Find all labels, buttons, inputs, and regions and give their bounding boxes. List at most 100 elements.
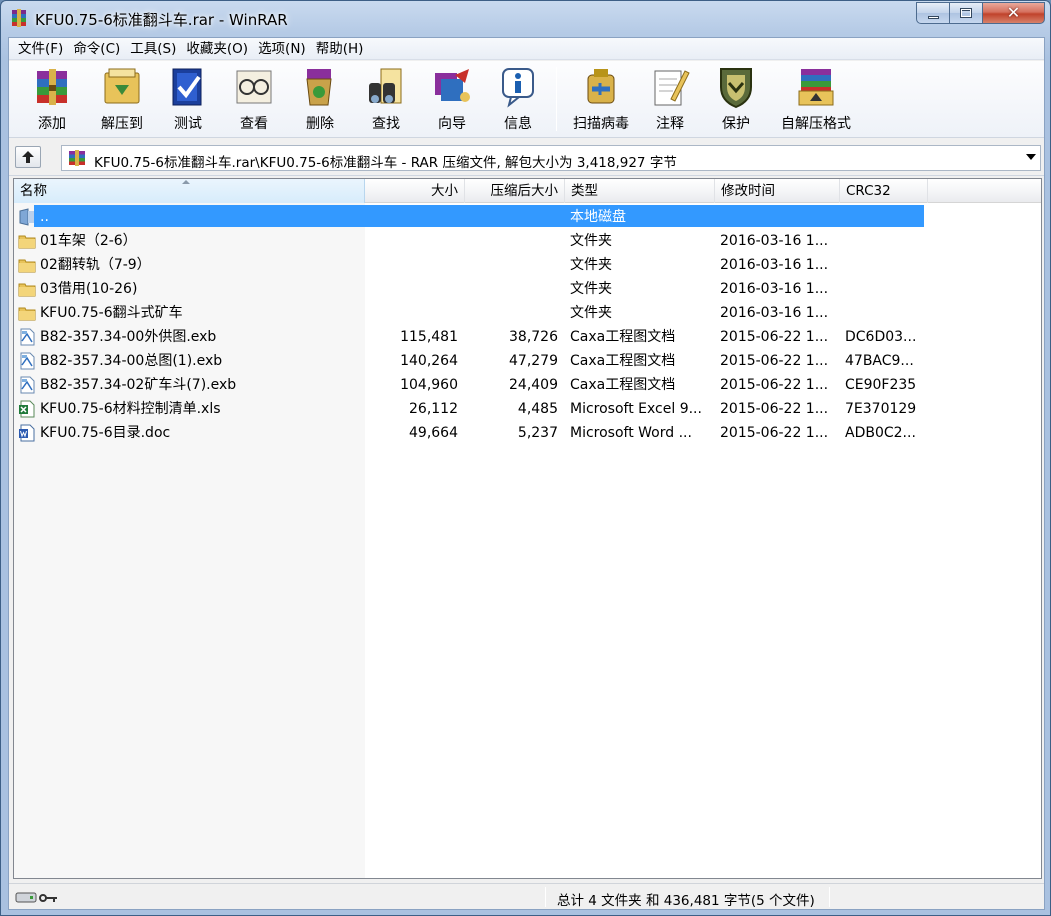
file-row[interactable]: 01车架（2-6） 文件夹 2016-03-16 1...: [14, 229, 1041, 253]
dropdown-arrow-icon[interactable]: [1026, 154, 1036, 160]
info-icon: [502, 68, 534, 108]
column-name-label: 名称: [20, 183, 47, 199]
close-button[interactable]: ✕: [982, 2, 1045, 24]
file-packed-size: [466, 231, 558, 251]
column-header-name[interactable]: 名称: [14, 179, 365, 203]
file-modified: 2015-06-22 1...: [720, 329, 829, 345]
column-header-modified[interactable]: 修改时间: [715, 179, 840, 203]
file-name: B82-357.34-00总图(1).exb: [40, 353, 223, 369]
file-crc: [845, 279, 925, 299]
comment-button[interactable]: 注释: [639, 64, 701, 134]
menu-bar: 文件(F) 命令(C) 工具(S) 收藏夹(O) 选项(N) 帮助(H): [9, 38, 1044, 60]
menu-favorites[interactable]: 收藏夹(O): [181, 39, 253, 59]
file-row[interactable]: 02翻转轨（7-9） 文件夹 2016-03-16 1...: [14, 253, 1041, 277]
delete-label: 删除: [306, 116, 334, 132]
file-list[interactable]: 名称 大小 压缩后大小 类型 修改时间 CRC32 .. 本地磁盘 01车架（2-6…: [13, 178, 1042, 879]
menu-file[interactable]: 文件(F): [13, 39, 68, 59]
file-packed-size: [466, 303, 558, 323]
minimize-icon: [927, 15, 939, 19]
file-row[interactable]: .. 本地磁盘: [14, 205, 1041, 229]
file-row[interactable]: 03借用(10-26) 文件夹 2016-03-16 1...: [14, 277, 1041, 301]
file-packed-size: [466, 279, 558, 299]
info-button[interactable]: 信息: [487, 64, 549, 134]
word-file-icon: [18, 424, 36, 442]
file-size: [366, 231, 458, 251]
title-bar[interactable]: KFU0.75-6标准翻斗车.rar - WinRAR ✕: [1, 1, 1050, 37]
winrar-app-icon[interactable]: [10, 9, 28, 27]
file-row[interactable]: KFU0.75-6材料控制清单.xls 26,112 4,485 Microsoft …: [14, 397, 1041, 421]
file-type: 文件夹: [570, 233, 612, 249]
file-row[interactable]: B82-357.34-00外供图.exb 115,481 38,726 Caxa工程图…: [14, 325, 1041, 349]
add-label: 添加: [38, 116, 66, 132]
file-crc: ADB0C2...: [845, 425, 916, 441]
column-header-type[interactable]: 类型: [565, 179, 715, 203]
file-type: Microsoft Excel 9...: [570, 401, 702, 417]
file-row[interactable]: KFU0.75-6翻斗式矿车 文件夹 2016-03-16 1...: [14, 301, 1041, 325]
view-icon: [236, 70, 272, 104]
archive-icon: [69, 150, 85, 166]
test-button[interactable]: 测试: [157, 64, 219, 134]
client-area: 文件(F) 命令(C) 工具(S) 收藏夹(O) 选项(N) 帮助(H) 添加: [8, 37, 1045, 910]
sfx-label: 自解压格式: [781, 116, 851, 132]
menu-options[interactable]: 选项(N): [253, 39, 311, 59]
protect-button[interactable]: 保护: [705, 64, 767, 134]
view-button[interactable]: 查看: [223, 64, 285, 134]
comment-icon: [654, 70, 690, 106]
maximize-button[interactable]: [949, 2, 983, 24]
file-type: Caxa工程图文档: [570, 353, 676, 369]
file-name: KFU0.75-6材料控制清单.xls: [40, 401, 221, 417]
menu-help[interactable]: 帮助(H): [311, 39, 369, 59]
column-header-packed[interactable]: 压缩后大小: [465, 179, 565, 203]
info-label: 信息: [504, 116, 532, 132]
find-icon: [369, 68, 402, 104]
file-size: 26,112: [409, 401, 458, 417]
file-crc: [845, 231, 925, 251]
file-packed-size: 4,485: [517, 401, 558, 417]
file-type: Caxa工程图文档: [570, 377, 676, 393]
folder-icon: [18, 256, 36, 274]
up-folder-button[interactable]: [15, 146, 41, 168]
file-name: KFU0.75-6翻斗式矿车: [40, 305, 183, 321]
delete-button[interactable]: 删除: [289, 64, 351, 134]
menu-tools[interactable]: 工具(S): [125, 39, 181, 59]
find-button[interactable]: 查找: [355, 64, 417, 134]
add-button[interactable]: 添加: [17, 64, 87, 134]
file-modified: 2015-06-22 1...: [720, 401, 829, 417]
delete-icon: [306, 69, 332, 106]
file-type: 文件夹: [570, 281, 612, 297]
drive-key-icon: [15, 892, 57, 903]
extract-to-button[interactable]: 解压到: [89, 64, 155, 134]
file-row[interactable]: KFU0.75-6目录.doc 49,664 5,237 Microsoft Word…: [14, 421, 1041, 445]
comment-label: 注释: [656, 116, 684, 132]
test-label: 测试: [174, 116, 202, 132]
caxa-file-icon: [18, 352, 36, 370]
minimize-button[interactable]: [916, 2, 950, 24]
toolbar-separator: [556, 67, 557, 131]
sfx-button[interactable]: 自解压格式: [771, 64, 861, 134]
file-modified: 2016-03-16 1...: [720, 257, 829, 273]
status-separator: [545, 887, 546, 907]
file-type: Caxa工程图文档: [570, 329, 676, 345]
path-combobox[interactable]: KFU0.75-6标准翻斗车.rar\KFU0.75-6标准翻斗车 - RAR …: [61, 145, 1041, 171]
status-bar: 总计 4 文件夹 和 436,481 字节(5 个文件): [9, 883, 1044, 909]
wizard-button[interactable]: 向导: [421, 64, 483, 134]
column-header-size[interactable]: 大小: [365, 179, 465, 203]
add-archive-icon: [37, 69, 67, 105]
file-packed-size: [466, 207, 558, 227]
file-type: 文件夹: [570, 257, 612, 273]
menu-commands[interactable]: 命令(C): [68, 39, 125, 59]
virus-scan-icon: [587, 69, 615, 104]
file-crc: [845, 255, 925, 275]
file-crc: 7E370129: [845, 401, 917, 417]
file-name: B82-357.34-00外供图.exb: [40, 329, 217, 345]
column-header-crc[interactable]: CRC32: [840, 179, 928, 203]
file-packed-size: 47,279: [509, 353, 558, 369]
virus-scan-button[interactable]: 扫描病毒: [563, 64, 639, 134]
file-crc: DC6D03...: [845, 329, 917, 345]
protect-icon: [720, 68, 752, 109]
protect-label: 保护: [722, 116, 750, 132]
file-row[interactable]: B82-357.34-02矿车斗(7).exb 104,960 24,409 Caxa…: [14, 373, 1041, 397]
parent-folder-icon: [18, 208, 36, 226]
file-row[interactable]: B82-357.34-00总图(1).exb 140,264 47,279 Caxa工…: [14, 349, 1041, 373]
find-label: 查找: [372, 116, 400, 132]
